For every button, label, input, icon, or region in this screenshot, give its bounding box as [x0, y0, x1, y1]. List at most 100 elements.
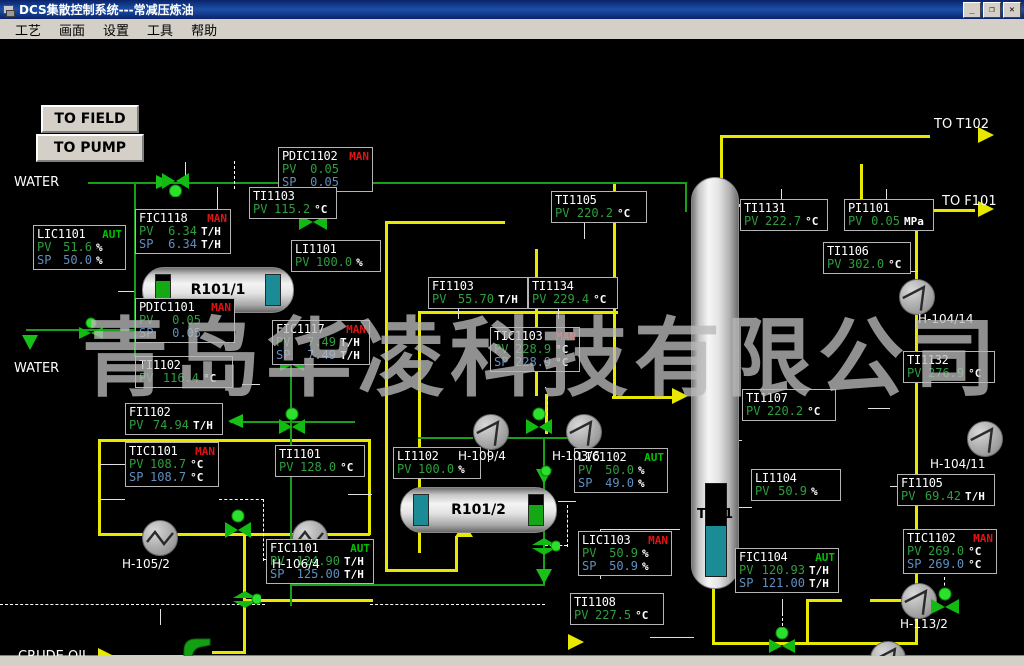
fp-pv-unit: T/H — [965, 490, 985, 503]
fp-pv-value: 100.0 — [418, 462, 455, 476]
fp-sp-label: SP — [739, 576, 754, 590]
faceplate-ti1131[interactable]: TI1131 PV 222.7 °C — [740, 199, 828, 231]
status-bar — [0, 655, 1024, 666]
faceplate-ti1105[interactable]: TI1105 PV 220.2 °C — [551, 191, 647, 223]
faceplate-fic1104[interactable]: FIC1104 AUT PV 120.93 T/H SP 121.00 T/H — [735, 548, 839, 593]
valve-fic1104[interactable] — [766, 626, 798, 655]
fp-tag: TI1106 — [827, 244, 869, 258]
faceplate-pi1101[interactable]: PI1101 PV 0.05 MPa — [844, 199, 934, 231]
fp-tag: FI1105 — [901, 476, 943, 490]
fp-tag: TIC1102 — [907, 531, 956, 545]
fp-tag: TIC1101 — [129, 444, 178, 458]
arrow-green-down — [536, 569, 552, 584]
fp-pv-unit: T/H — [344, 555, 364, 568]
faceplate-ti1101[interactable]: TI1101 PV 128.0 °C — [275, 445, 365, 477]
sig-ti1108 — [650, 637, 694, 638]
faceplate-fi1103[interactable]: FI1103 PV 55.70 T/H — [428, 277, 528, 309]
fp-pv-value: 116.4 — [162, 371, 199, 385]
pipe-loop-right — [368, 439, 371, 535]
sig-ti1108b — [650, 637, 651, 638]
pump-p101[interactable] — [178, 633, 216, 656]
hx-h113-1[interactable] — [870, 641, 906, 656]
window-title: DCS集散控制系统---常减压炼油 — [19, 3, 194, 17]
fp-sp-value: 6.34 — [168, 237, 197, 251]
dash-fic1118-valve — [234, 161, 235, 189]
faceplate-li1104[interactable]: LI1104 PV 50.9% — [751, 469, 841, 501]
faceplate-tic1101[interactable]: TIC1101 MAN PV 108.7 °C SP 108.7 °C — [125, 442, 219, 487]
hx-h109-4-label: H-109/4 — [458, 449, 506, 463]
fp-pv-value: 229.4 — [553, 292, 590, 306]
minimize-button[interactable]: _ — [963, 2, 981, 18]
fp-sp-unit: °C — [555, 356, 569, 369]
fp-pv-unit: °C — [968, 367, 982, 380]
valve-tic1101[interactable] — [222, 509, 254, 541]
menu-item-tools[interactable]: 工具 — [138, 19, 182, 40]
fp-tag: PDIC1101 — [139, 300, 195, 314]
hx-h106-4-label: H-106/4 — [272, 557, 320, 571]
close-button[interactable]: ✕ — [1003, 2, 1021, 18]
valve-fic1118[interactable] — [159, 167, 193, 198]
menu-item-screen[interactable]: 画面 — [50, 19, 94, 40]
fp-sp-label: SP — [276, 348, 291, 362]
faceplate-tic1102[interactable]: TIC1102 MAN PV 269.0 °C SP 269.0 °C — [903, 529, 997, 574]
pipe-h113-2-in — [806, 599, 842, 602]
faceplate-ti1132[interactable]: TI1132 PV 276.9 °C — [903, 351, 995, 383]
label-to-t102: TO T102 — [934, 117, 990, 132]
sig-fic1104 — [782, 599, 783, 613]
valve-tic1102[interactable] — [928, 587, 962, 617]
pipe-pump-out — [212, 651, 246, 654]
pipe-mid-vert — [535, 249, 538, 396]
hx-h109-4[interactable] — [473, 414, 509, 450]
fp-sp-unit: % — [642, 560, 649, 573]
faceplate-ti1102[interactable]: TI1102 PV 116.4 °C — [135, 356, 233, 388]
faceplate-tic1103[interactable]: TIC1103 MAN PV 228.9 °C SP 228.9 °C — [490, 327, 580, 372]
process-mimic-canvas: TO FIELD TO PUMP WATER WATER CRUDE OIL T… — [0, 39, 1024, 656]
faceplate-pdic1101[interactable]: PDIC1101 MAN PV 0.05 SP 0.05 — [135, 298, 235, 343]
hx-h104-14[interactable] — [899, 279, 935, 315]
faceplate-ti1108[interactable]: TI1108 PV 227.5 °C — [570, 593, 664, 625]
faceplate-fic1118[interactable]: FIC1118 MAN PV 6.34 T/H SP 6.34 T/H — [135, 209, 231, 254]
valve-water-left[interactable] — [76, 317, 106, 343]
faceplate-pdic1102[interactable]: PDIC1102 MAN PV 0.05 SP 0.05 — [278, 147, 373, 192]
faceplate-fi1102[interactable]: FI1102 PV 74.94 T/H — [125, 403, 223, 435]
faceplate-li1101[interactable]: LI1101 PV 100.0% — [291, 240, 381, 272]
menu-item-settings[interactable]: 设置 — [94, 19, 138, 40]
fp-tag: TI1107 — [746, 391, 788, 405]
faceplate-ti1103[interactable]: TI1103 PV 115.2 °C — [249, 187, 337, 219]
faceplate-ti1134[interactable]: TI1134 PV 229.4 °C — [528, 277, 618, 309]
faceplate-lic1103[interactable]: LIC1103 MAN PV 50.9% SP 50.9% — [578, 531, 672, 576]
fp-tag: LI1101 — [295, 242, 337, 256]
fp-tag: TIC1103 — [494, 329, 543, 343]
faceplate-ti1106[interactable]: TI1106 PV 302.0 °C — [823, 242, 911, 274]
fp-mode: AUT — [644, 451, 664, 464]
fp-pv-unit: °C — [203, 372, 217, 385]
faceplate-ti1107[interactable]: TI1107 PV 220.2 °C — [742, 389, 836, 421]
drum-r101-2[interactable]: R101/2 — [400, 487, 557, 533]
fp-sp-label: SP — [578, 476, 593, 490]
app-icon — [2, 3, 16, 17]
hx-h105-2[interactable] — [142, 520, 178, 556]
fp-pv-unit: T/H — [809, 564, 829, 577]
valve-green-small[interactable] — [526, 459, 554, 483]
menu-item-process[interactable]: 工艺 — [6, 19, 50, 40]
fp-mode: AUT — [102, 228, 122, 241]
faceplate-fic1117[interactable]: FIC1117 MAN PV 7.49 T/H SP 7.49 T/H — [272, 320, 370, 365]
fp-pv-unit: % — [642, 547, 649, 560]
faceplate-fi1105[interactable]: FI1105 PV 69.42 T/H — [897, 474, 995, 506]
arrow-green-left — [228, 414, 243, 428]
valve-green-mid[interactable] — [276, 407, 308, 437]
hx-h104-11-label: H-104/11 — [930, 457, 986, 471]
valve-tic1103[interactable] — [523, 407, 555, 437]
column-t101[interactable]: T101 — [691, 177, 739, 589]
menu-item-help[interactable]: 帮助 — [182, 19, 226, 40]
restore-button[interactable]: ❐ — [983, 2, 1001, 18]
pipe-to-t102 — [720, 135, 930, 138]
valve-lic1102[interactable] — [528, 535, 562, 559]
hx-h104-11[interactable] — [967, 421, 1003, 457]
valve-fic1101[interactable] — [229, 587, 263, 617]
faceplate-lic1101[interactable]: LIC1101 AUT PV 51.6% SP 50.0% — [33, 225, 126, 270]
window-controls: _ ❐ ✕ — [963, 2, 1021, 18]
to-field-button[interactable]: TO FIELD — [41, 105, 139, 133]
hx-h103-6[interactable] — [566, 414, 602, 450]
to-pump-button[interactable]: TO PUMP — [36, 134, 144, 162]
